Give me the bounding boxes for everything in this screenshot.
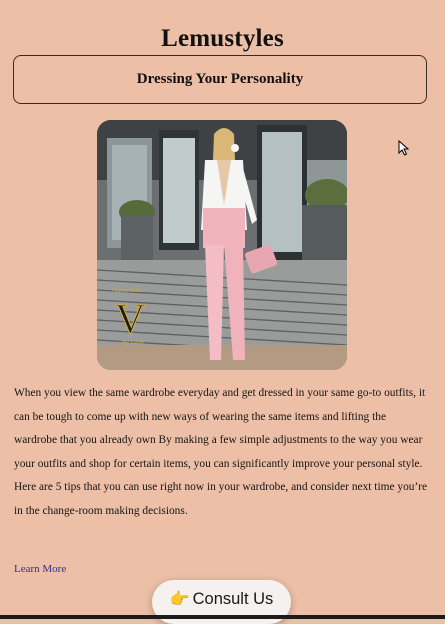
svg-text:Fashion Model: Fashion Model xyxy=(112,289,143,294)
section-subtitle: Dressing Your Personality xyxy=(136,71,304,87)
consult-us-label: Consult Us xyxy=(192,589,274,608)
page-title: Lemustyles xyxy=(161,24,284,52)
learn-more-link[interactable]: Learn More xyxy=(14,563,66,575)
pointing-hand-icon: 👉 xyxy=(169,591,190,608)
article-body: When you view the same wardrobe everyday… xyxy=(14,387,428,517)
subtitle-box: Dressing Your Personality xyxy=(13,55,427,104)
bottom-edge xyxy=(0,615,445,619)
mouse-cursor-icon xyxy=(398,140,410,156)
svg-text:V: V xyxy=(115,297,145,343)
svg-text:By Liron: By Liron xyxy=(122,340,144,346)
hero-photo: Fashion Model V By Liron xyxy=(97,120,347,370)
